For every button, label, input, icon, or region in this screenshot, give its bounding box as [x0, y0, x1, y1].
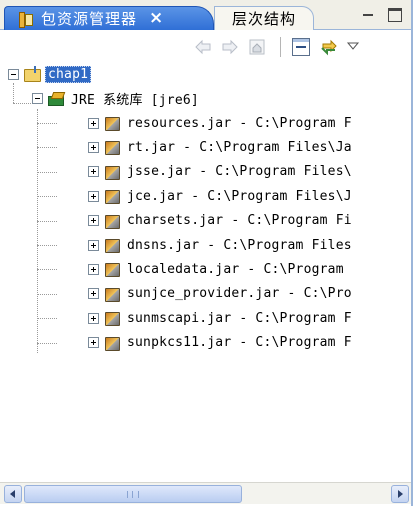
expand-toggle[interactable]: [88, 288, 99, 300]
expand-toggle[interactable]: [88, 239, 99, 251]
home-icon[interactable]: [248, 38, 266, 56]
library-label: JRE 系统库 [jre6]: [71, 92, 199, 108]
minimize-icon[interactable]: [360, 9, 376, 23]
view-tab-bar: 包资源管理器 × 层次结构: [0, 0, 413, 30]
collapse-toggle[interactable]: [8, 68, 19, 80]
jar-label: dnsns.jar - C:\Program Files: [127, 237, 352, 253]
scroll-left-icon[interactable]: [4, 485, 22, 503]
link-with-editor-icon[interactable]: [320, 38, 338, 56]
tree-node-jar[interactable]: resources.jar - C:\Program F: [88, 112, 352, 134]
view-toolbar: [0, 31, 413, 63]
tree-guide: [37, 269, 57, 271]
tree-guide: [13, 83, 14, 103]
tree-node-project[interactable]: chap1: [8, 63, 92, 85]
jar-icon: [103, 164, 121, 180]
jar-label: charsets.jar - C:\Program Fi: [127, 213, 352, 229]
tree-node-jar[interactable]: jce.jar - C:\Program Files\J: [88, 185, 352, 207]
tree-node-jar[interactable]: sunmscapi.jar - C:\Program F: [88, 307, 352, 329]
jar-icon: [103, 139, 121, 156]
expand-toggle[interactable]: [88, 141, 99, 153]
tree-guide: [37, 318, 57, 320]
jar-icon: [103, 188, 121, 205]
tree-guide: [37, 196, 57, 198]
tree-guide: [13, 103, 31, 104]
tree-node-jar[interactable]: rt.jar - C:\Program Files\Ja: [88, 136, 352, 158]
tree-node-jar[interactable]: sunjce_provider.jar - C:\Pro: [88, 283, 352, 305]
collapse-toggle[interactable]: [32, 92, 43, 104]
jar-icon: [103, 261, 121, 278]
tab-package-explorer-label: 包资源管理器: [41, 10, 138, 28]
expand-toggle[interactable]: [88, 263, 99, 275]
tree-node-jar[interactable]: jsse.jar - C:\Program Files\: [88, 161, 352, 183]
tree-node-jar[interactable]: localedata.jar - C:\Program: [88, 258, 344, 280]
expand-toggle[interactable]: [88, 190, 99, 202]
jar-icon: [103, 335, 121, 351]
jar-icon: [103, 237, 121, 253]
jar-label: localedata.jar - C:\Program: [127, 261, 344, 277]
package-explorer-icon: [17, 11, 33, 28]
back-arrow-icon[interactable]: [194, 38, 212, 56]
tab-hierarchy-label: 层次结构: [231, 10, 296, 28]
tree-guide: [37, 109, 38, 353]
expand-toggle[interactable]: [88, 166, 99, 178]
tree-guide: [37, 147, 57, 149]
grip-icon: [127, 491, 139, 498]
expand-toggle[interactable]: [88, 215, 99, 227]
forward-arrow-icon[interactable]: [221, 38, 239, 56]
toolbar-separator: [280, 37, 281, 57]
tree-node-jar[interactable]: sunpkcs11.jar - C:\Program F: [88, 332, 352, 354]
tree-node-jar[interactable]: charsets.jar - C:\Program Fi: [88, 210, 352, 232]
jar-icon: [103, 213, 121, 229]
scroll-thumb[interactable]: [24, 485, 242, 503]
tree-guide: [37, 123, 57, 124]
jar-label: resources.jar - C:\Program F: [127, 115, 352, 131]
view-menu-icon[interactable]: [346, 40, 360, 52]
jar-label: jsse.jar - C:\Program Files\: [127, 164, 352, 180]
jar-label: sunpkcs11.jar - C:\Program F: [127, 335, 352, 351]
scroll-right-icon[interactable]: [391, 485, 409, 503]
jar-label: sunmscapi.jar - C:\Program F: [127, 310, 352, 326]
jar-label: jce.jar - C:\Program Files\J: [127, 188, 352, 204]
tree-guide: [37, 293, 57, 295]
jar-icon: [103, 310, 121, 327]
jar-label: sunjce_provider.jar - C:\Pro: [127, 286, 352, 302]
jar-icon: [103, 286, 121, 302]
expand-toggle[interactable]: [88, 337, 99, 349]
tree-node-jar[interactable]: dnsns.jar - C:\Program Files: [88, 234, 352, 256]
tree-guide: [37, 171, 57, 173]
tab-hierarchy[interactable]: 层次结构: [214, 6, 314, 30]
tab-package-explorer[interactable]: 包资源管理器 ×: [4, 6, 214, 30]
collapse-all-icon[interactable]: [292, 38, 310, 56]
jar-label: rt.jar - C:\Program Files\Ja: [127, 139, 352, 155]
expand-toggle[interactable]: [88, 117, 99, 129]
close-icon[interactable]: ×: [149, 10, 163, 27]
tree-guide: [37, 342, 57, 344]
project-folder-icon: [23, 66, 41, 82]
tree-guide: [37, 245, 57, 246]
expand-toggle[interactable]: [88, 312, 99, 324]
maximize-icon[interactable]: [388, 8, 402, 22]
package-tree: chap1 JRE 系统库 [jre6] resources.jar - C:\…: [0, 63, 413, 475]
horizontal-scrollbar[interactable]: [0, 482, 413, 504]
tree-node-jre-library[interactable]: JRE 系统库 [jre6]: [32, 87, 199, 109]
jar-icon: [103, 115, 121, 131]
tree-guide: [37, 220, 57, 222]
library-icon: [47, 90, 65, 106]
project-label: chap1: [45, 65, 92, 83]
